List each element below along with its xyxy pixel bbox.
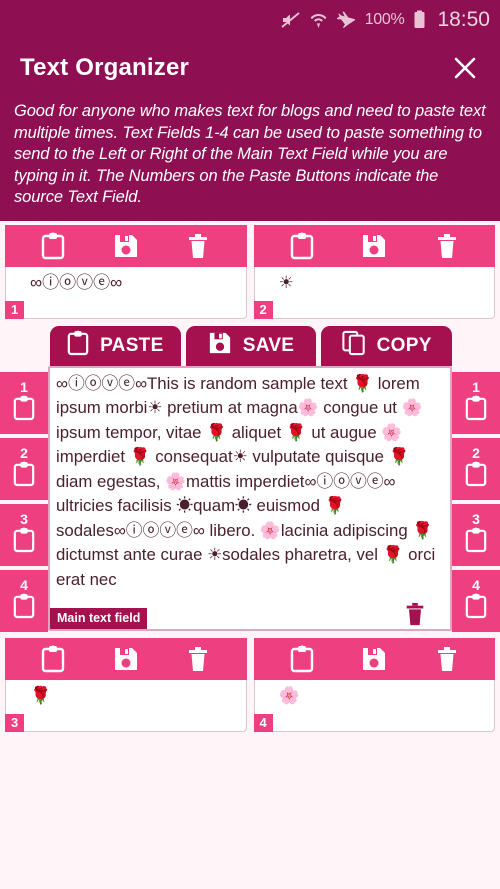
paste-right-button-4[interactable]: 4: [452, 569, 500, 632]
airplane-mode-icon: [336, 11, 356, 29]
text-fields-row-top: ∞ⓘⓞⓥⓔ∞ 1 ☀ 2: [0, 221, 500, 319]
card-toolbar-1: [5, 224, 247, 267]
tab-copy[interactable]: COPY: [321, 325, 453, 366]
text-field-number-badge-4: 4: [253, 713, 273, 732]
main-editor-center: PASTE SAVE COPY ∞ⓘⓞⓥⓔ∞This is random sam…: [48, 325, 453, 631]
text-field-value-1[interactable]: ∞ⓘⓞⓥⓔ∞: [5, 266, 247, 319]
card-toolbar-3: [5, 637, 247, 680]
paste-left-button-2[interactable]: 2: [0, 437, 48, 500]
delete-icon[interactable]: [181, 229, 215, 263]
paste-right-number-3: 3: [472, 510, 480, 527]
paste-right-number-1: 1: [472, 378, 480, 395]
paste-right-button-3[interactable]: 3: [452, 503, 500, 566]
paste-icon[interactable]: [285, 642, 319, 676]
clipboard-icon: [465, 527, 487, 558]
clipboard-icon: [465, 395, 487, 426]
paste-left-number-4: 4: [20, 576, 28, 593]
text-field-value-4[interactable]: 🌸: [253, 679, 495, 732]
battery-percent-label: 100%: [364, 11, 405, 28]
tab-save-label: SAVE: [242, 334, 295, 356]
delete-icon[interactable]: [181, 642, 215, 676]
clipboard-icon: [67, 330, 89, 361]
close-icon[interactable]: [448, 51, 482, 85]
app-bar: Text Organizer: [0, 40, 500, 95]
wifi-icon: [310, 11, 327, 29]
main-text-field-label: Main text field: [50, 607, 148, 629]
text-field-number-badge-2: 2: [253, 300, 273, 319]
main-text-field-value: ∞ⓘⓞⓥⓔ∞This is random sample text 🌹 lorem…: [56, 373, 436, 589]
paste-buttons-right: 1 2 3 4: [452, 326, 500, 632]
editor-tabs: PASTE SAVE COPY: [48, 325, 453, 366]
card-toolbar-2: [253, 224, 495, 267]
tab-paste-label: PASTE: [100, 334, 164, 356]
paste-right-number-4: 4: [472, 576, 480, 593]
clock-label: 18:50: [437, 8, 490, 31]
paste-left-button-1[interactable]: 1: [0, 371, 48, 434]
tab-copy-label: COPY: [376, 334, 432, 356]
tab-paste[interactable]: PASTE: [50, 325, 181, 366]
paste-icon[interactable]: [36, 229, 70, 263]
main-editor-region: 1 2 3 4 PASTE SAVE COPY ∞ⓘⓞⓥⓔ∞This is ra…: [0, 325, 500, 632]
text-field-card-1: ∞ⓘⓞⓥⓔ∞ 1: [5, 224, 247, 319]
text-field-card-4: 🌸 4: [253, 637, 495, 732]
clipboard-icon: [13, 395, 35, 426]
main-text-field[interactable]: ∞ⓘⓞⓥⓔ∞This is random sample text 🌹 lorem…: [48, 365, 452, 631]
text-field-number-badge-1: 1: [5, 300, 25, 319]
tab-save[interactable]: SAVE: [185, 325, 317, 366]
clipboard-icon: [13, 527, 35, 558]
delete-icon[interactable]: [430, 642, 464, 676]
paste-right-button-2[interactable]: 2: [452, 437, 500, 500]
paste-buttons-left: 1 2 3 4: [0, 326, 48, 632]
paste-icon[interactable]: [36, 642, 70, 676]
paste-right-number-2: 2: [472, 444, 480, 461]
text-field-card-3: 🌹 3: [5, 637, 247, 732]
paste-icon[interactable]: [285, 229, 319, 263]
copy-icon: [342, 330, 366, 361]
page-title: Text Organizer: [20, 53, 190, 81]
paste-left-number-2: 2: [20, 444, 28, 461]
save-icon[interactable]: [109, 642, 143, 676]
save-icon[interactable]: [109, 229, 143, 263]
clipboard-icon: [465, 593, 487, 624]
text-field-number-badge-3: 3: [5, 713, 25, 732]
card-toolbar-4: [253, 637, 495, 680]
paste-left-number-3: 3: [20, 510, 28, 527]
clipboard-icon: [13, 593, 35, 624]
paste-left-button-3[interactable]: 3: [0, 503, 48, 566]
floppy-disk-icon: [208, 331, 232, 360]
clipboard-icon: [465, 461, 487, 492]
text-field-value-2[interactable]: ☀: [253, 266, 495, 319]
save-icon[interactable]: [357, 229, 391, 263]
mute-icon: [281, 11, 301, 29]
status-bar: 100% 18:50: [0, 0, 500, 40]
clipboard-icon: [13, 461, 35, 492]
text-field-card-2: ☀ 2: [253, 224, 495, 319]
text-field-value-3[interactable]: 🌹: [5, 679, 247, 732]
delete-icon[interactable]: [402, 601, 428, 627]
paste-right-button-1[interactable]: 1: [452, 371, 500, 434]
save-icon[interactable]: [357, 642, 391, 676]
main-text-field-footer: Main text field: [50, 601, 450, 629]
paste-left-button-4[interactable]: 4: [0, 569, 48, 632]
paste-left-number-1: 1: [20, 378, 28, 395]
text-fields-row-bottom: 🌹 3 🌸 4: [0, 632, 500, 732]
app-description: Good for anyone who makes text for blogs…: [0, 95, 500, 221]
delete-icon[interactable]: [430, 229, 464, 263]
battery-icon: [413, 10, 426, 30]
